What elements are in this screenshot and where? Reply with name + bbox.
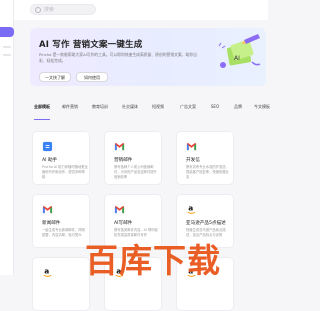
- hero-description: Pincha 是一款能帮助大家AI写作的工具，可以帮你快速生成高质量、原创的营销…: [39, 52, 197, 63]
- amazon-icon: a: [43, 267, 52, 277]
- card-title: 营销邮件: [114, 158, 133, 163]
- how-to-use-button[interactable]: 如何使用: [76, 72, 108, 82]
- hero-title: AI 写作 营销文案一键生成: [39, 40, 143, 50]
- active-tab-indicator: [34, 119, 50, 120]
- gmail-icon: [114, 205, 125, 214]
- learn-button[interactable]: 一文快了解: [39, 72, 71, 82]
- sidebar: [0, 0, 14, 275]
- gmail-icon: [114, 142, 125, 151]
- top-bar: 搜索: [14, 0, 268, 20]
- tab-chinese[interactable]: 今文模板: [254, 104, 270, 109]
- tab-all[interactable]: 全部模板: [34, 104, 50, 109]
- search-icon: [35, 7, 41, 13]
- card-description: 撰写各种个人或公司营销邮件，为你的产品发送邮件提升营销效率: [114, 165, 157, 179]
- card-description: 一键生成专业新闻邮件，简明扼要，内容清晰，吸引受众: [42, 228, 85, 237]
- tab-video[interactable]: 短视频: [150, 104, 166, 109]
- card-title: 开发信: [186, 158, 200, 163]
- template-card[interactable]: AI 助手 Pincha AI 助力你随时随地更全面地写作和创作，提供多种帮助: [32, 131, 90, 185]
- tab-education[interactable]: 教育培训: [92, 104, 108, 109]
- card-description: Pincha AI 助力你随时随地更全面地写作和创作，提供多种帮助: [42, 165, 88, 179]
- template-card[interactable]: 新闻邮件 一键生成专业新闻邮件，简明扼要，内容清晰，吸引受众: [32, 194, 90, 248]
- tab-email[interactable]: 邮件营销: [62, 104, 78, 109]
- template-card[interactable]: 营销邮件 撰写各种个人或公司营销邮件，为你的产品发送邮件提升营销效率: [104, 131, 162, 185]
- note-icon: [42, 141, 53, 152]
- tab-social[interactable]: 社交媒体: [122, 104, 138, 109]
- tab-seo[interactable]: SEO: [207, 104, 223, 109]
- card-title: AI 助手: [42, 158, 58, 163]
- sidebar-item[interactable]: [3, 46, 11, 48]
- gmail-icon: [186, 142, 197, 151]
- card-title: AI写邮件: [114, 221, 133, 226]
- writing-illustration-icon: AI: [218, 34, 261, 68]
- tab-brand[interactable]: 品牌: [230, 104, 246, 109]
- template-card[interactable]: a: [32, 257, 90, 311]
- hero-banner: AI 写作 营销文案一键生成 Pincha 是一款能帮助大家AI写作的工具，可以…: [30, 28, 266, 86]
- sidebar-active-item[interactable]: [0, 27, 14, 37]
- card-title: 新闻邮件: [42, 221, 61, 226]
- search-input[interactable]: 搜索: [30, 4, 96, 15]
- amazon-icon: a: [187, 204, 196, 214]
- tab-ads[interactable]: 广告文案: [180, 104, 196, 109]
- sidebar-item[interactable]: [3, 54, 11, 56]
- svg-text:a: a: [188, 204, 193, 212]
- card-description: 撰写具有专业水准的开发信，提高客户回复率，快速拓展业务: [186, 165, 229, 179]
- gmail-icon: [42, 205, 53, 214]
- category-tabs: 全部模板 邮件营销 教育培训 社交媒体 短视频 广告文案 SEO 品牌 今文模板: [30, 104, 270, 120]
- svg-text:AI: AI: [234, 55, 240, 62]
- search-placeholder: 搜索: [44, 7, 55, 13]
- card-title: 亚马逊产品5点描述: [186, 221, 226, 226]
- svg-text:a: a: [44, 267, 49, 275]
- template-card[interactable]: 开发信 撰写具有专业水准的开发信，提高客户回复率，快速拓展业务: [176, 131, 234, 185]
